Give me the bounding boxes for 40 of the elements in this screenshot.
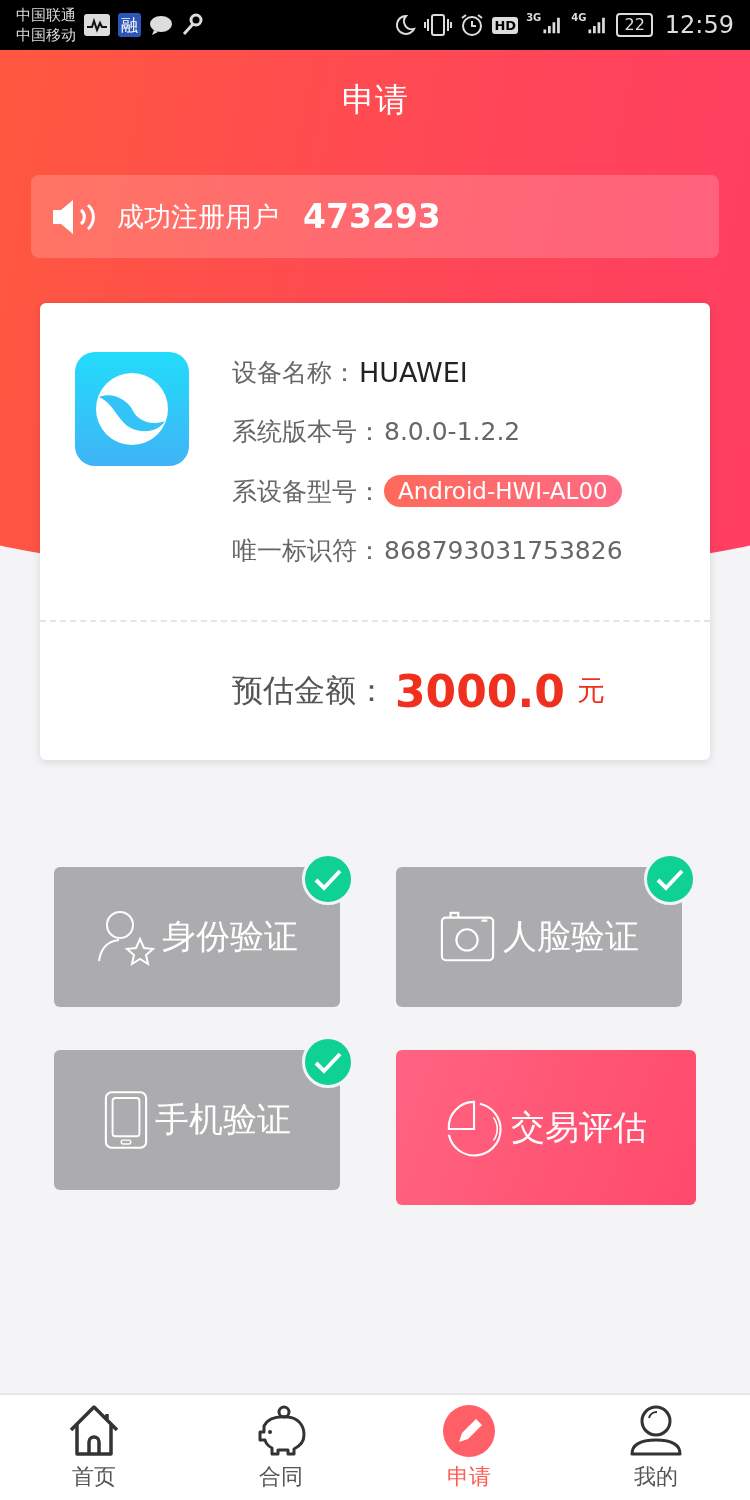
app-logo-icon [75,352,189,466]
tab-item[interactable]: 我的 [562,1395,750,1500]
field-label: 系统版本号： [232,416,382,449]
field-value: HUAWEI [359,356,468,388]
currency-unit: 元 [576,673,605,709]
model-tag: Android-HWI-AL00 [384,475,622,508]
network-type: 4G [571,12,587,23]
page-title: 申请 [341,78,409,121]
verify-button[interactable]: 人脸验证 [396,867,682,1007]
key-icon [181,13,203,37]
app-badge: 融 [118,13,141,37]
field-value: 868793031753826 [384,536,623,566]
carrier-name: 中国移动 [16,25,76,45]
tab-item[interactable]: 首页 [0,1395,188,1500]
verify-button[interactable]: 交易评估 [396,1050,696,1205]
activity-icon [84,14,110,36]
user-icon [629,1403,684,1458]
notice-text: 成功注册用户 [117,199,279,234]
verify-button[interactable]: 身份验证 [54,867,340,1007]
field-label: 系设备型号： [232,475,382,508]
tab-item[interactable]: 申请 [375,1395,563,1500]
vibrate-icon [424,13,453,37]
field-label: 唯一标识符： [232,535,382,568]
tab-item[interactable]: 合同 [187,1395,375,1500]
verify-button[interactable]: 手机验证 [54,1050,340,1190]
hd-badge: HD [492,16,519,34]
moon-icon [394,14,417,36]
battery-level: 22 [616,13,653,37]
field-value: 8.0.0-1.2.2 [384,417,521,447]
phone-icon [103,1090,149,1150]
pencil-icon [441,1403,496,1458]
field-label: 设备名称： [232,356,357,389]
user-count: 473293 [303,197,441,236]
network-type: 3G [526,12,542,23]
clock-time: 12:59 [664,11,734,39]
carrier-name: 中国联通 [16,5,76,25]
chat-icon [149,14,173,36]
estimate-label: 预估金额： [232,671,387,710]
alarm-icon [460,13,485,37]
estimate-amount: 3000.0 [395,665,565,717]
